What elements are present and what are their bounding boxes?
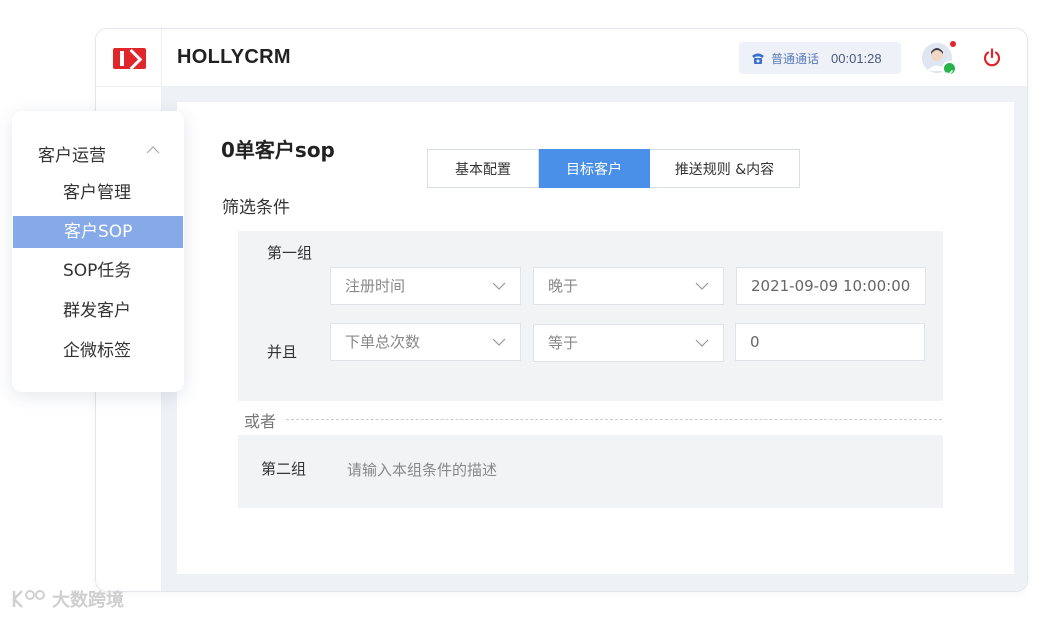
call-timer: 00:01:28: [831, 50, 882, 66]
side-menu: 客户运营 客户管理 客户SOP SOP任务 群发客户 企微标签: [12, 111, 184, 392]
watermark: 大数跨境: [10, 586, 124, 612]
operator-select[interactable]: 等于: [533, 324, 724, 362]
value-input[interactable]: 2021-09-09 10:00:00: [736, 267, 926, 305]
group-1-label: 第一组: [267, 244, 313, 262]
condition-group-1: [238, 231, 943, 401]
field-select-value: 下单总次数: [345, 333, 421, 351]
menu-item-group-send[interactable]: 群发客户: [12, 295, 184, 327]
group-2-label: 第二组: [261, 460, 307, 478]
value-input-text: 2021-09-09 10:00:00: [751, 277, 911, 295]
chevron-down-icon: [492, 282, 506, 290]
tab-target-customers[interactable]: 目标客户: [539, 149, 650, 188]
operator-select[interactable]: 晚于: [533, 267, 724, 305]
menu-item-wecom-tags[interactable]: 企微标签: [12, 335, 184, 367]
tab-push-rules[interactable]: 推送规则 &内容: [650, 149, 800, 188]
menu-item-customer-sop[interactable]: 客户SOP: [13, 216, 183, 248]
field-select[interactable]: 注册时间: [330, 267, 521, 305]
brand-logo-icon[interactable]: [113, 48, 146, 69]
operator-select-value: 晚于: [548, 277, 579, 295]
online-check-icon: [942, 61, 957, 76]
call-type-label: 普通通话: [771, 51, 820, 66]
notification-dot: [950, 41, 956, 47]
app-title: HOLLYCRM: [177, 46, 291, 68]
call-status[interactable]: 普通通话 00:01:28: [739, 42, 901, 74]
tab-basic-config[interactable]: 基本配置: [427, 149, 539, 188]
value-input-text: 0: [750, 333, 760, 351]
menu-group-label[interactable]: 客户运营: [38, 141, 106, 166]
field-select[interactable]: 下单总次数: [330, 323, 521, 361]
chevron-up-icon[interactable]: [146, 146, 160, 154]
chevron-down-icon: [695, 282, 709, 290]
group-2-description-input[interactable]: 请输入本组条件的描述: [347, 459, 497, 480]
menu-item-customer-management[interactable]: 客户管理: [12, 177, 184, 209]
logo-cell: [96, 29, 162, 87]
condition-group-2: [238, 435, 943, 508]
operator-select-value: 等于: [548, 334, 579, 352]
chevron-down-icon: [492, 338, 506, 346]
power-icon[interactable]: [981, 47, 1003, 69]
chevron-down-icon: [695, 339, 709, 347]
field-select-value: 注册时间: [345, 277, 406, 295]
section-title: 筛选条件: [222, 198, 290, 218]
avatar[interactable]: [922, 41, 957, 76]
or-divider: [286, 419, 942, 420]
watermark-logo-icon: [12, 590, 45, 608]
tab-bar: 基本配置 目标客户 推送规则 &内容: [427, 149, 800, 188]
page-title: 0单客户sop: [221, 138, 335, 162]
watermark-text: 大数跨境: [52, 590, 124, 611]
phone-icon: [752, 53, 764, 64]
or-label: 或者: [244, 412, 277, 431]
connector-and-label: 并且: [267, 343, 298, 361]
menu-item-sop-tasks[interactable]: SOP任务: [12, 255, 184, 287]
value-input[interactable]: 0: [735, 323, 925, 361]
top-bar: HOLLYCRM 普通通话 00:01:28: [96, 29, 1027, 87]
